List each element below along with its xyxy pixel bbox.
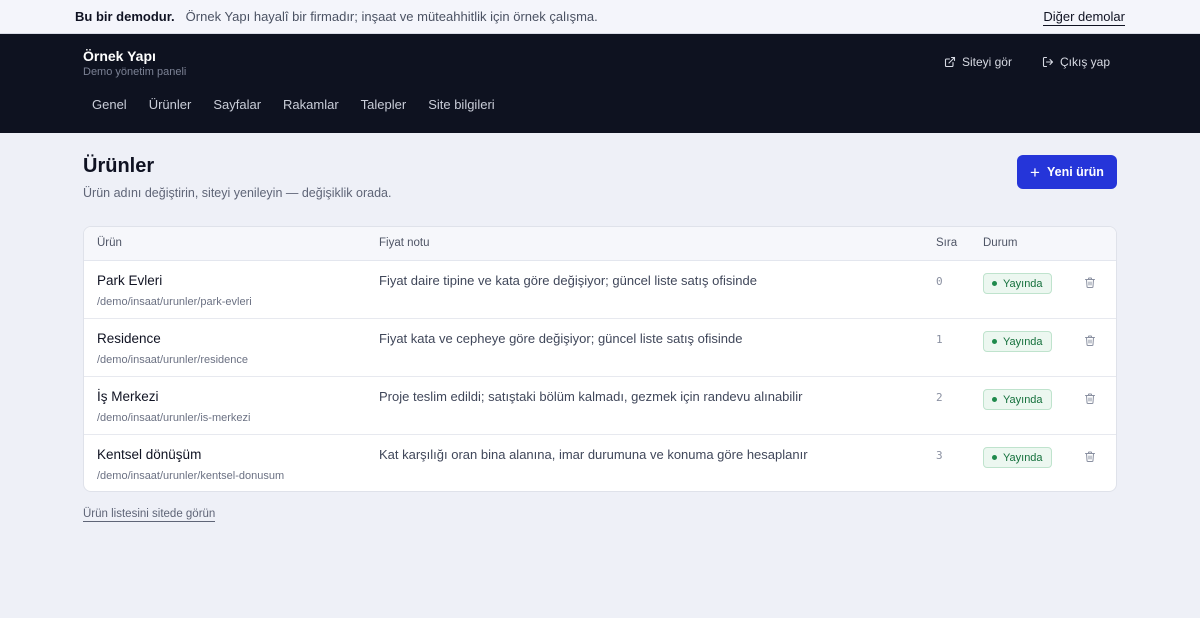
table-row[interactable]: Residence /demo/insaat/urunler/residence…	[84, 319, 1116, 377]
page-title: Ürünler	[83, 155, 155, 177]
other-demos-link[interactable]: Diğer demolar	[1043, 9, 1125, 26]
table-header: Ürün Fiyat notu Sıra Durum	[84, 227, 1116, 261]
order-value: 2	[936, 391, 943, 404]
brand: Örnek Yapı Demo yönetim paneli	[83, 48, 186, 78]
price-note: Proje teslim edildi; satıştaki bölüm kal…	[379, 389, 803, 404]
status-dot	[992, 397, 997, 402]
header-actions: Siteyi gör Çıkış yap	[944, 55, 1110, 69]
external-link-icon	[944, 56, 956, 68]
price-note: Fiyat kata ve cepheye göre değişiyor; gü…	[379, 331, 743, 346]
logout-button[interactable]: Çıkış yap	[1042, 55, 1110, 69]
status-badge: Yayında	[983, 331, 1052, 352]
logout-label: Çıkış yap	[1059, 55, 1110, 69]
nav-item-talepler[interactable]: Talepler	[350, 95, 418, 114]
nav-item-urunler[interactable]: Ürünler	[138, 95, 203, 114]
column-header-product: Ürün	[97, 237, 122, 249]
nav-item-genel[interactable]: Genel	[81, 95, 138, 114]
product-path: /demo/insaat/urunler/park-evleri	[97, 296, 252, 308]
column-header-price-note: Fiyat notu	[379, 237, 430, 249]
order-value: 0	[936, 275, 943, 288]
new-product-button[interactable]: + Yeni ürün	[1017, 155, 1117, 189]
brand-name: Örnek Yapı	[83, 48, 156, 64]
status-dot	[992, 339, 997, 344]
status-badge: Yayında	[983, 273, 1052, 294]
product-path: /demo/insaat/urunler/is-merkezi	[97, 412, 251, 424]
status-label: Yayında	[1003, 277, 1043, 290]
order-value: 1	[936, 333, 943, 346]
main-nav: Genel Ürünler Sayfalar Rakamlar Talepler…	[81, 95, 506, 114]
status-label: Yayında	[1003, 393, 1043, 406]
column-header-status: Durum	[983, 237, 1018, 249]
status-label: Yayında	[1003, 451, 1043, 464]
order-value: 3	[936, 449, 943, 462]
nav-item-rakamlar[interactable]: Rakamlar	[272, 95, 350, 114]
demo-banner-description: Örnek Yapı hayalî bir firmadır; inşaat v…	[185, 9, 598, 24]
brand-subtitle: Demo yönetim paneli	[83, 66, 187, 78]
view-site-label: Siteyi gör	[961, 55, 1012, 69]
new-product-label: Yeni ürün	[1046, 165, 1104, 179]
trash-icon[interactable]	[1084, 276, 1096, 289]
view-products-on-site-link[interactable]: Ürün listesini sitede görün	[83, 508, 216, 522]
price-note: Kat karşılığı oran bina alanına, imar du…	[379, 447, 808, 462]
plus-icon: +	[1030, 162, 1040, 182]
trash-icon[interactable]	[1084, 334, 1096, 347]
column-header-order: Sıra	[936, 237, 958, 249]
product-name[interactable]: Residence	[97, 331, 161, 346]
app-header: Örnek Yapı Demo yönetim paneli Siteyi gö…	[0, 34, 1200, 133]
trash-icon[interactable]	[1084, 450, 1096, 463]
product-name[interactable]: Park Evleri	[97, 273, 162, 288]
status-dot	[992, 455, 997, 460]
product-path: /demo/insaat/urunler/kentsel-donusum	[97, 470, 285, 482]
status-badge: Yayında	[983, 447, 1052, 468]
page-subtitle: Ürün adını değiştirin, siteyi yenileyin …	[83, 186, 392, 200]
nav-item-sayfalar[interactable]: Sayfalar	[202, 95, 272, 114]
demo-banner: Bu bir demodur. Örnek Yapı hayalî bir fi…	[0, 0, 1200, 34]
status-badge: Yayında	[983, 389, 1052, 410]
table-row[interactable]: İş Merkezi /demo/insaat/urunler/is-merke…	[84, 377, 1116, 435]
status-label: Yayında	[1003, 335, 1043, 348]
products-table: Ürün Fiyat notu Sıra Durum Park Evleri /…	[83, 226, 1117, 492]
product-name[interactable]: İş Merkezi	[97, 389, 159, 404]
price-note: Fiyat daire tipine ve kata göre değişiyo…	[379, 273, 757, 288]
product-path: /demo/insaat/urunler/residence	[97, 354, 249, 366]
logout-icon	[1042, 56, 1054, 68]
nav-item-site-bilgileri[interactable]: Site bilgileri	[417, 95, 505, 114]
table-row[interactable]: Kentsel dönüşüm /demo/insaat/urunler/ken…	[84, 435, 1116, 491]
table-row[interactable]: Park Evleri /demo/insaat/urunler/park-ev…	[84, 261, 1116, 319]
product-name[interactable]: Kentsel dönüşüm	[97, 447, 201, 462]
status-dot	[992, 281, 997, 286]
demo-banner-title: Bu bir demodur.	[75, 9, 175, 24]
trash-icon[interactable]	[1084, 392, 1096, 405]
view-site-button[interactable]: Siteyi gör	[944, 55, 1012, 69]
